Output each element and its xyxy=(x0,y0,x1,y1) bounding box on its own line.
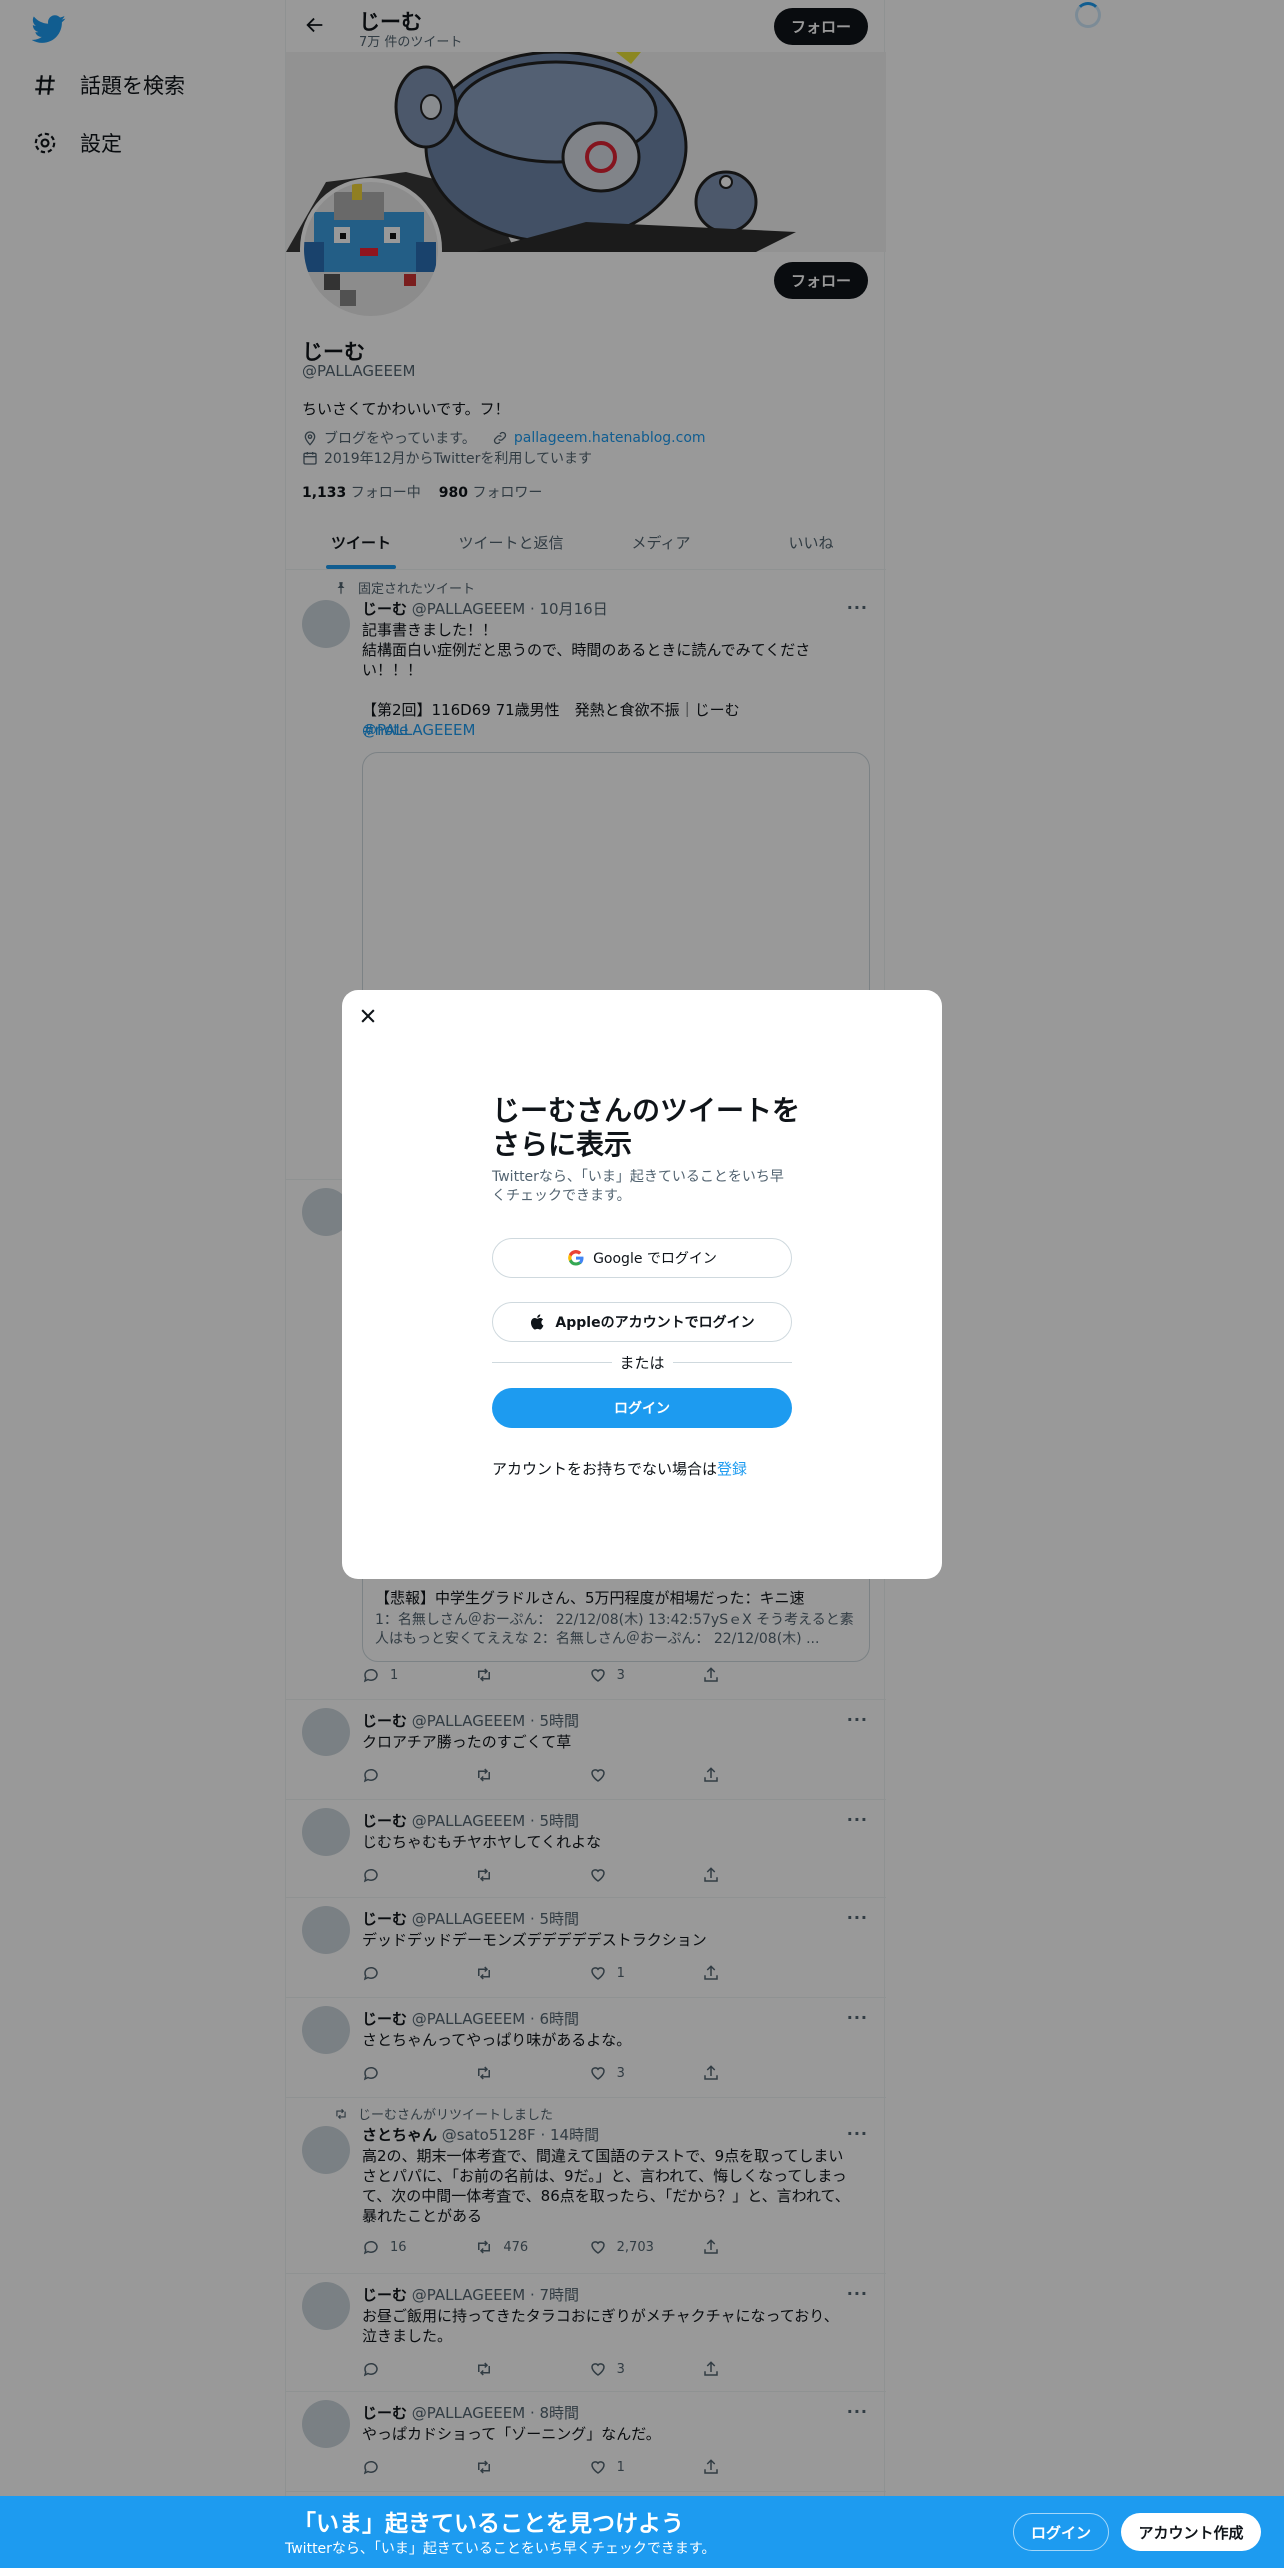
or-divider: または xyxy=(492,1352,793,1373)
apple-logo-icon xyxy=(531,1314,544,1330)
bottom-bar-subtitle: Twitterなら、「いま」起きていることをいち早くチェックできます。 xyxy=(285,2541,716,2557)
signup-prompt: アカウントをお持ちでない場合は登録 xyxy=(492,1460,748,1478)
google-login-label: Google でログイン xyxy=(593,1251,717,1267)
apple-login-button[interactable]: Appleのアカウントでログイン xyxy=(492,1302,792,1342)
close-icon[interactable] xyxy=(358,1006,378,1026)
signup-link[interactable]: 登録 xyxy=(717,1460,747,1478)
bottom-signup-bar: 「いま」起きていることを見つけよう Twitterなら、「いま」起きていることを… xyxy=(0,2496,1284,2568)
modal-title: じーむさんのツイートをさらに表示 xyxy=(492,1094,801,1161)
login-modal: じーむさんのツイートをさらに表示 Twitterなら、「いま」起きていることをい… xyxy=(342,990,942,1579)
google-login-button[interactable]: Google でログイン xyxy=(492,1238,792,1278)
or-label: または xyxy=(619,1354,665,1372)
apple-login-label: Appleのアカウントでログイン xyxy=(555,1315,755,1331)
google-logo-icon xyxy=(568,1250,584,1266)
login-button[interactable]: ログイン xyxy=(492,1388,792,1428)
bottom-login-button[interactable]: ログイン xyxy=(1013,2513,1109,2551)
bottom-signup-button[interactable]: アカウント作成 xyxy=(1121,2513,1261,2551)
modal-subtitle: Twitterなら、「いま」起きていることをいち早くチェックできます。 xyxy=(492,1169,784,1204)
bottom-bar-title: 「いま」起きていることを見つけよう xyxy=(293,2511,684,2537)
